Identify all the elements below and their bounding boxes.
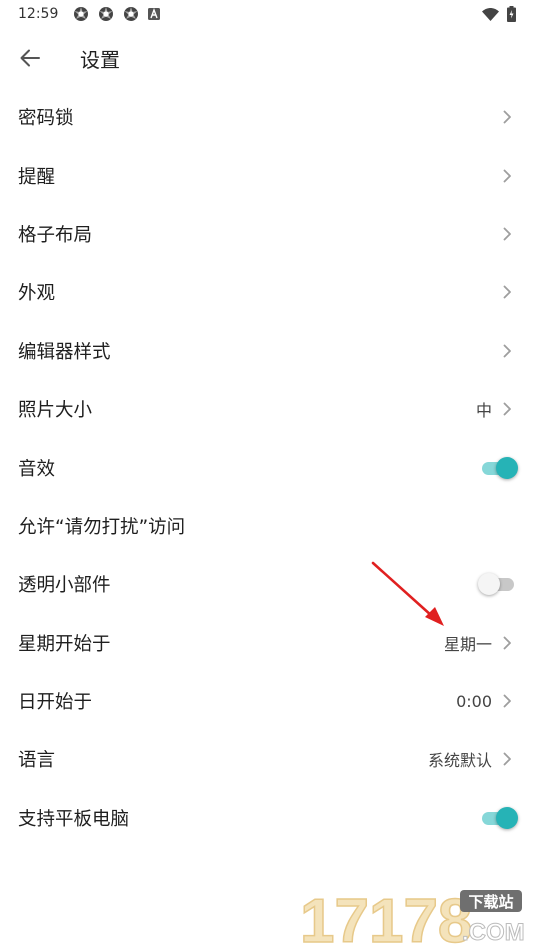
app-notification-icon <box>74 7 89 21</box>
setting-row-appearance[interactable]: 外观 <box>0 263 534 321</box>
setting-label: 音效 <box>18 458 56 480</box>
chevron-right-icon <box>500 635 514 651</box>
watermark-logo: 17178 下载站 .COM <box>298 886 528 952</box>
setting-label: 支持平板电脑 <box>18 808 130 830</box>
setting-row-day-start[interactable]: 日开始于 0:00 <box>0 672 534 730</box>
app-bar: 设置 <box>0 30 534 86</box>
status-right <box>482 6 516 22</box>
setting-row-tablet-support[interactable]: 支持平板电脑 <box>0 789 534 847</box>
setting-value: 中 <box>475 401 492 421</box>
battery-icon <box>507 6 516 22</box>
chevron-right-icon <box>500 343 514 359</box>
setting-label: 编辑器样式 <box>18 341 111 363</box>
wifi-icon <box>482 7 499 21</box>
setting-value: 星期一 <box>443 634 492 654</box>
setting-label: 允许“请勿打扰”访问 <box>18 516 186 538</box>
setting-label: 提醒 <box>18 166 56 188</box>
setting-row-dnd-access[interactable]: 允许“请勿打扰”访问 <box>0 497 534 555</box>
watermark-suffix: .COM <box>462 919 525 946</box>
toggle-thumb <box>496 806 518 829</box>
chevron-right-icon <box>500 168 514 184</box>
setting-row-editor-style[interactable]: 编辑器样式 <box>0 322 534 380</box>
setting-row-language[interactable]: 语言 系统默认 <box>0 730 534 788</box>
back-button[interactable] <box>14 43 46 73</box>
chevron-right-icon <box>500 284 514 300</box>
setting-label: 透明小部件 <box>18 575 111 597</box>
toggle-switch[interactable] <box>478 573 516 596</box>
app-notification-icon <box>124 7 139 21</box>
page-title: 设置 <box>80 48 120 72</box>
setting-row-week-start[interactable]: 星期开始于 星期一 <box>0 614 534 672</box>
toggle-switch[interactable] <box>480 456 518 479</box>
arrow-left-icon <box>20 49 40 67</box>
toggle-thumb <box>478 573 500 596</box>
setting-row-transparent-widget[interactable]: 透明小部件 <box>0 555 534 613</box>
setting-label: 外观 <box>18 283 56 305</box>
status-time: 12:59 <box>18 6 59 22</box>
chevron-right-icon <box>500 693 514 709</box>
setting-label: 星期开始于 <box>18 633 111 655</box>
watermark-badge: 下载站 <box>468 893 513 911</box>
a-badge-icon <box>148 8 161 20</box>
setting-label: 日开始于 <box>18 692 93 714</box>
watermark-number: 17178 <box>300 888 472 948</box>
setting-label: 密码锁 <box>18 108 74 130</box>
chevron-right-icon <box>500 226 514 242</box>
setting-row-photo-size[interactable]: 照片大小 中 <box>0 380 534 438</box>
setting-row-password-lock[interactable]: 密码锁 <box>0 88 534 146</box>
settings-list: 密码锁提醒格子布局外观编辑器样式照片大小 中音效允许“请勿打扰”访问 透明小部件星期… <box>0 88 534 847</box>
watermark-graphic: 17178 下载站 .COM <box>299 886 525 952</box>
setting-label: 语言 <box>18 750 56 772</box>
setting-label: 照片大小 <box>18 400 93 422</box>
setting-label: 格子布局 <box>18 224 93 246</box>
toggle-thumb <box>496 456 518 479</box>
status-left: 12:59 <box>18 6 161 22</box>
setting-row-sound-effects[interactable]: 音效 <box>0 438 534 496</box>
chevron-right-icon <box>500 751 514 767</box>
chevron-right-icon <box>500 109 514 125</box>
setting-value: 系统默认 <box>427 751 492 771</box>
status-bar: 12:59 <box>0 0 534 28</box>
setting-row-reminders[interactable]: 提醒 <box>0 146 534 204</box>
app-notification-icon <box>99 7 114 21</box>
setting-row-grid-layout[interactable]: 格子布局 <box>0 205 534 263</box>
chevron-right-icon <box>500 401 514 417</box>
toggle-switch[interactable] <box>480 806 518 829</box>
setting-value: 0:00 <box>456 691 492 711</box>
